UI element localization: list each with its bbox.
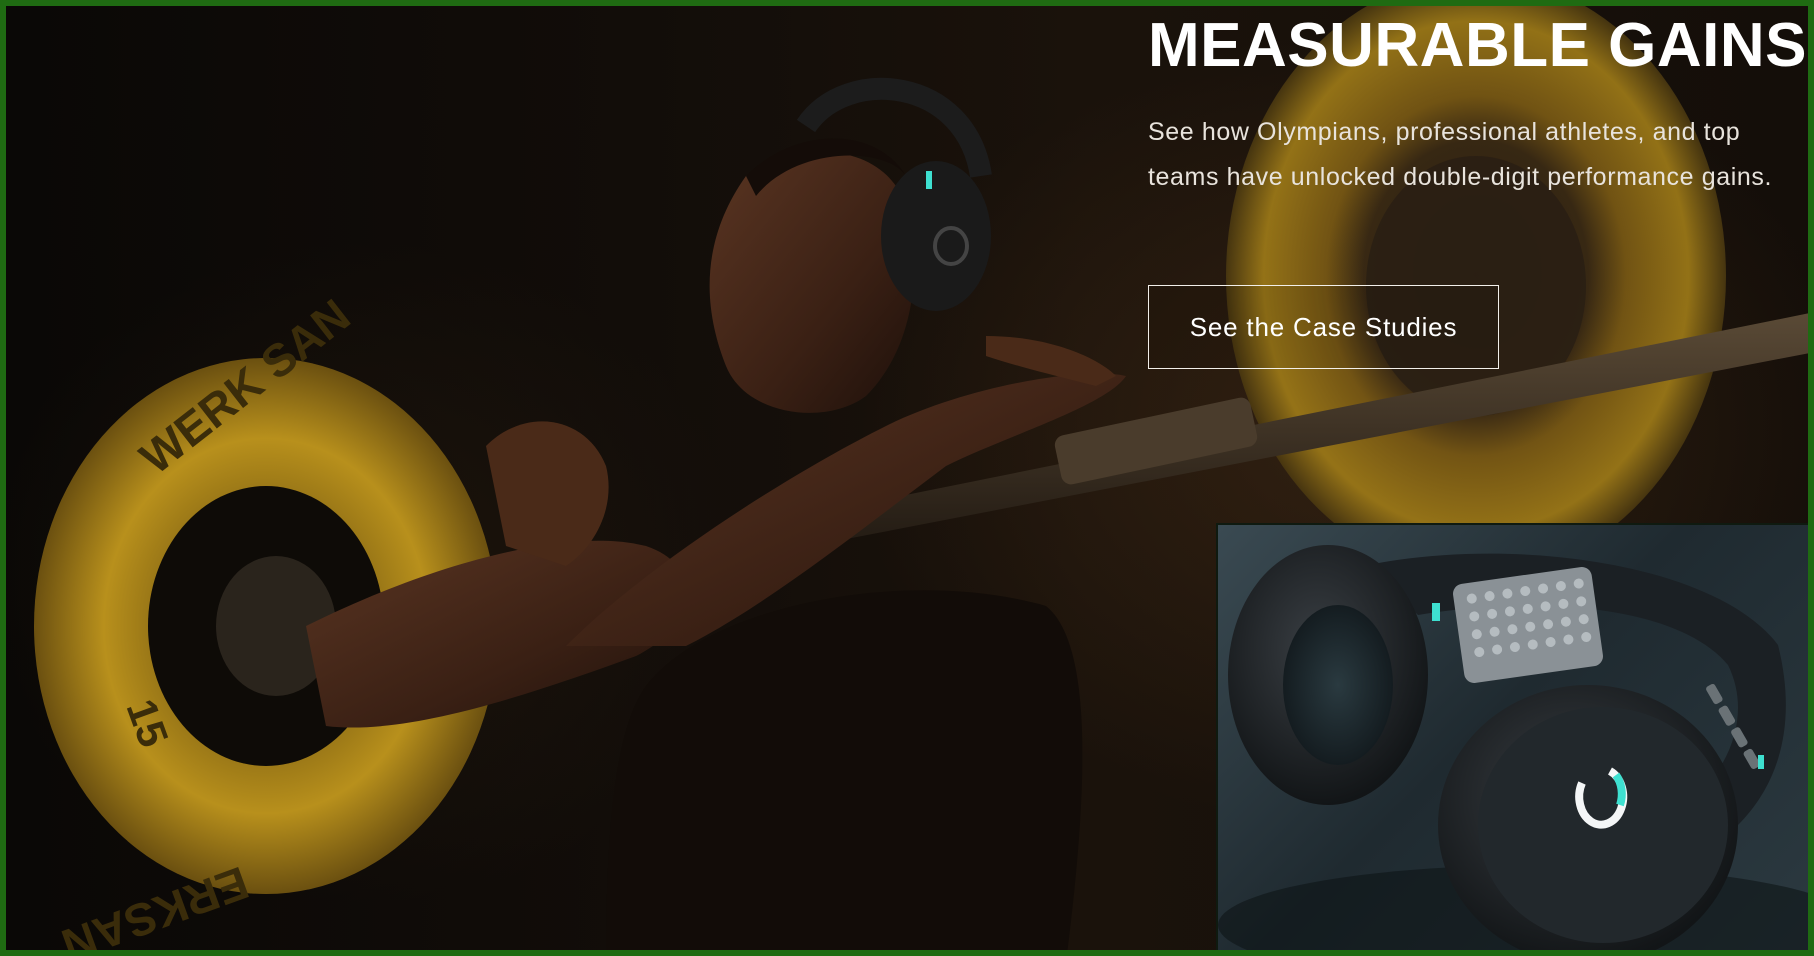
headset-illustration — [1218, 545, 1808, 950]
product-image — [1216, 523, 1808, 950]
plate-text-bottom: ERKSAN — [55, 857, 255, 956]
page-title: MEASURABLE GAINS — [1148, 11, 1808, 80]
case-studies-button[interactable]: See the Case Studies — [1148, 285, 1499, 369]
hero-description: See how Olympians, professional athletes… — [1148, 118, 1773, 191]
page-frame: WERK SAN ERKSAN 15 MEASURABLE GAINS See … — [0, 0, 1814, 956]
